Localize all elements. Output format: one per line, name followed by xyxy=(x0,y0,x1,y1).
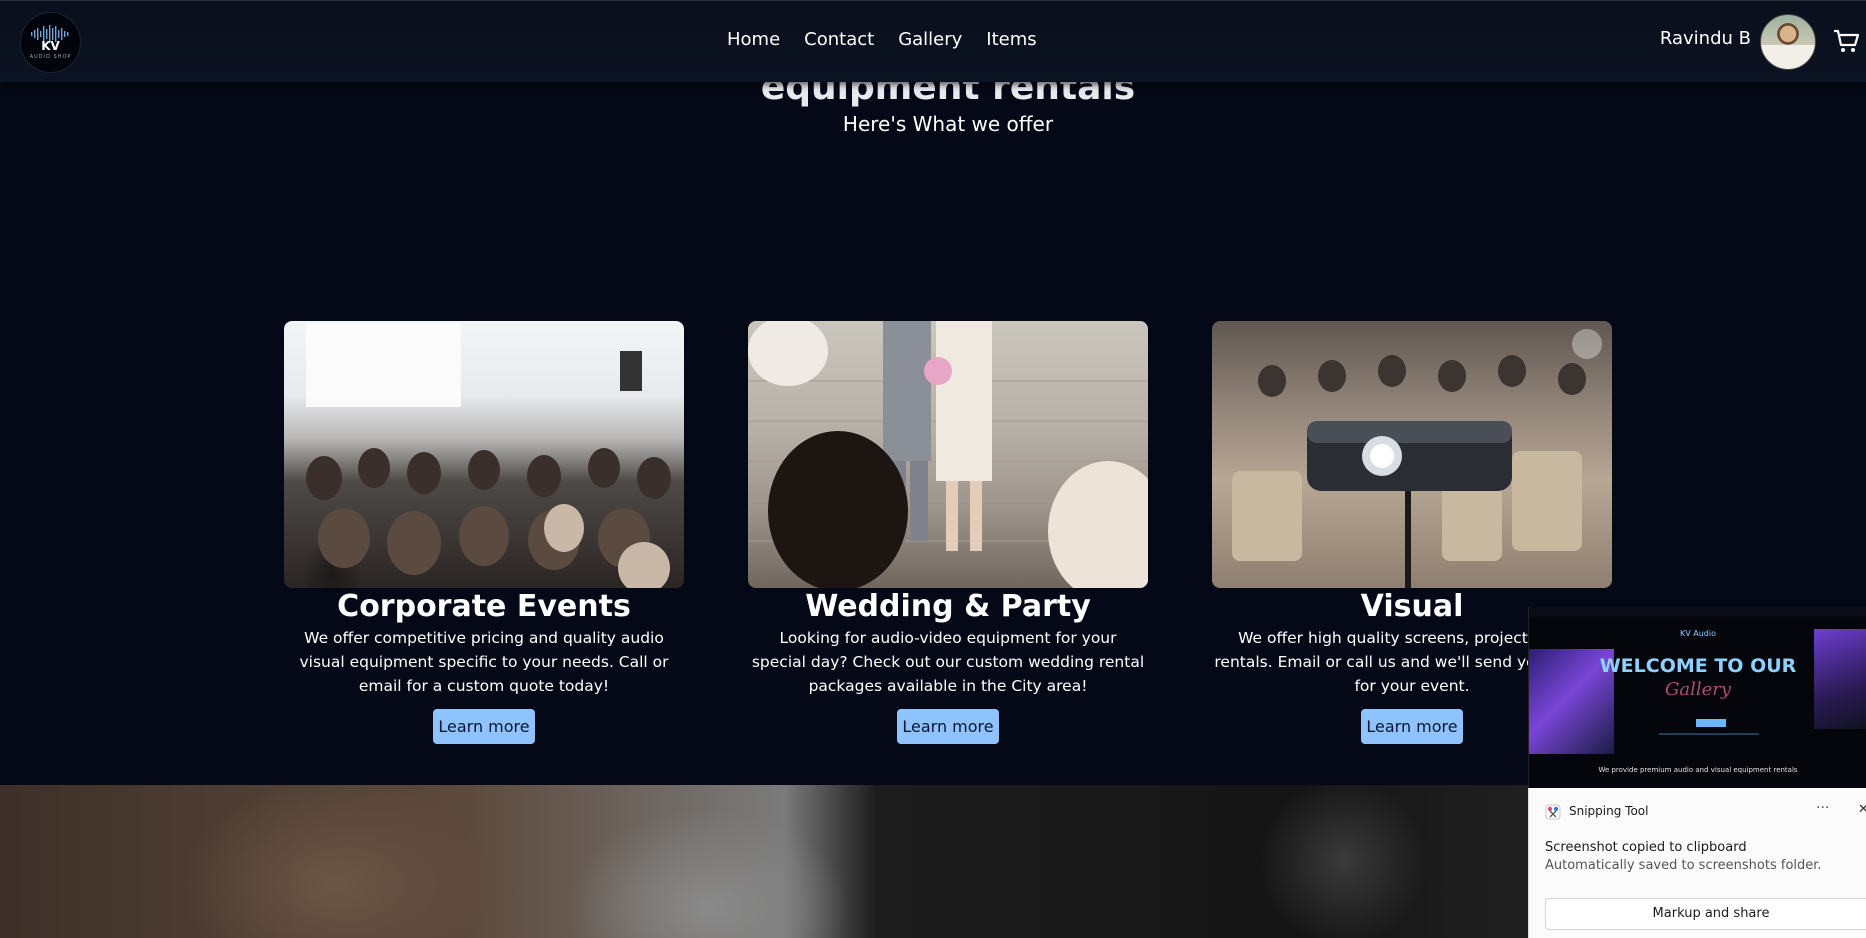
preview-caption: We provide premium audio and visual equi… xyxy=(1598,766,1798,774)
service-card-wedding: Wedding & Party Looking for audio-video … xyxy=(748,321,1148,744)
preview-button xyxy=(1696,719,1726,727)
avatar[interactable] xyxy=(1760,14,1816,70)
more-options-icon[interactable]: ··· xyxy=(1816,800,1829,816)
user-name[interactable]: Ravindu B xyxy=(1660,28,1751,49)
card-title: Corporate Events xyxy=(337,589,631,624)
notification-body: Automatically saved to screenshots folde… xyxy=(1545,858,1822,873)
snipping-tool-icon xyxy=(1545,804,1561,820)
learn-more-button[interactable]: Learn more xyxy=(897,709,999,744)
close-icon[interactable]: ✕ xyxy=(1858,802,1866,817)
card-description: We offer competitive pricing and quality… xyxy=(299,629,669,695)
cart-icon[interactable] xyxy=(1832,27,1860,55)
snipping-tool-notification: Snipping Tool ··· ✕ Screenshot copied to… xyxy=(1528,788,1866,938)
visual-image xyxy=(1212,321,1612,588)
nav-items-link[interactable]: Items xyxy=(986,29,1036,50)
audience-heads xyxy=(306,448,671,588)
nav-contact-link[interactable]: Contact xyxy=(804,29,874,50)
preview-brand: KV Audio xyxy=(1680,629,1716,638)
logo-mark: KV xyxy=(41,39,60,53)
preview-gallery: Gallery xyxy=(1664,679,1732,700)
learn-more-button[interactable]: Learn more xyxy=(433,709,535,744)
nav-gallery-link[interactable]: Gallery xyxy=(898,29,962,50)
navbar: KV AUDIO SHOP Home Contact Gallery Items… xyxy=(0,0,1866,82)
logo[interactable]: KV AUDIO SHOP xyxy=(20,12,81,73)
service-card-corporate: Corporate Events We offer competitive pr… xyxy=(284,321,684,744)
hero-subtitle: Here's What we offer xyxy=(842,112,1054,136)
preview-divider xyxy=(1659,733,1759,735)
notification-title: Screenshot copied to clipboard xyxy=(1545,840,1747,855)
snip-preview-thumbnail[interactable]: KV Audio WELCOME TO OUR Gallery We provi… xyxy=(1528,607,1866,789)
speaker xyxy=(620,351,642,391)
projector-scene xyxy=(1232,355,1586,588)
wedding-image xyxy=(748,321,1148,588)
image-scan-icon[interactable] xyxy=(1572,329,1602,359)
card-description: Looking for audio-video equipment for yo… xyxy=(751,629,1145,695)
main-nav: Home Contact Gallery Items xyxy=(727,29,1037,50)
preview-welcome: WELCOME TO OUR xyxy=(1599,655,1797,677)
nav-home-link[interactable]: Home xyxy=(727,29,780,50)
markup-and-share-button[interactable]: Markup and share xyxy=(1545,898,1866,930)
corporate-events-image xyxy=(284,321,684,588)
notification-app-name: Snipping Tool xyxy=(1569,804,1649,818)
card-title: Wedding & Party xyxy=(805,589,1091,624)
presentation-screen xyxy=(306,323,461,407)
learn-more-button[interactable]: Learn more xyxy=(1361,709,1463,744)
wedding-scene xyxy=(748,321,1148,588)
preview-navbar xyxy=(1529,607,1866,617)
logo-subtitle: AUDIO SHOP xyxy=(29,54,72,60)
